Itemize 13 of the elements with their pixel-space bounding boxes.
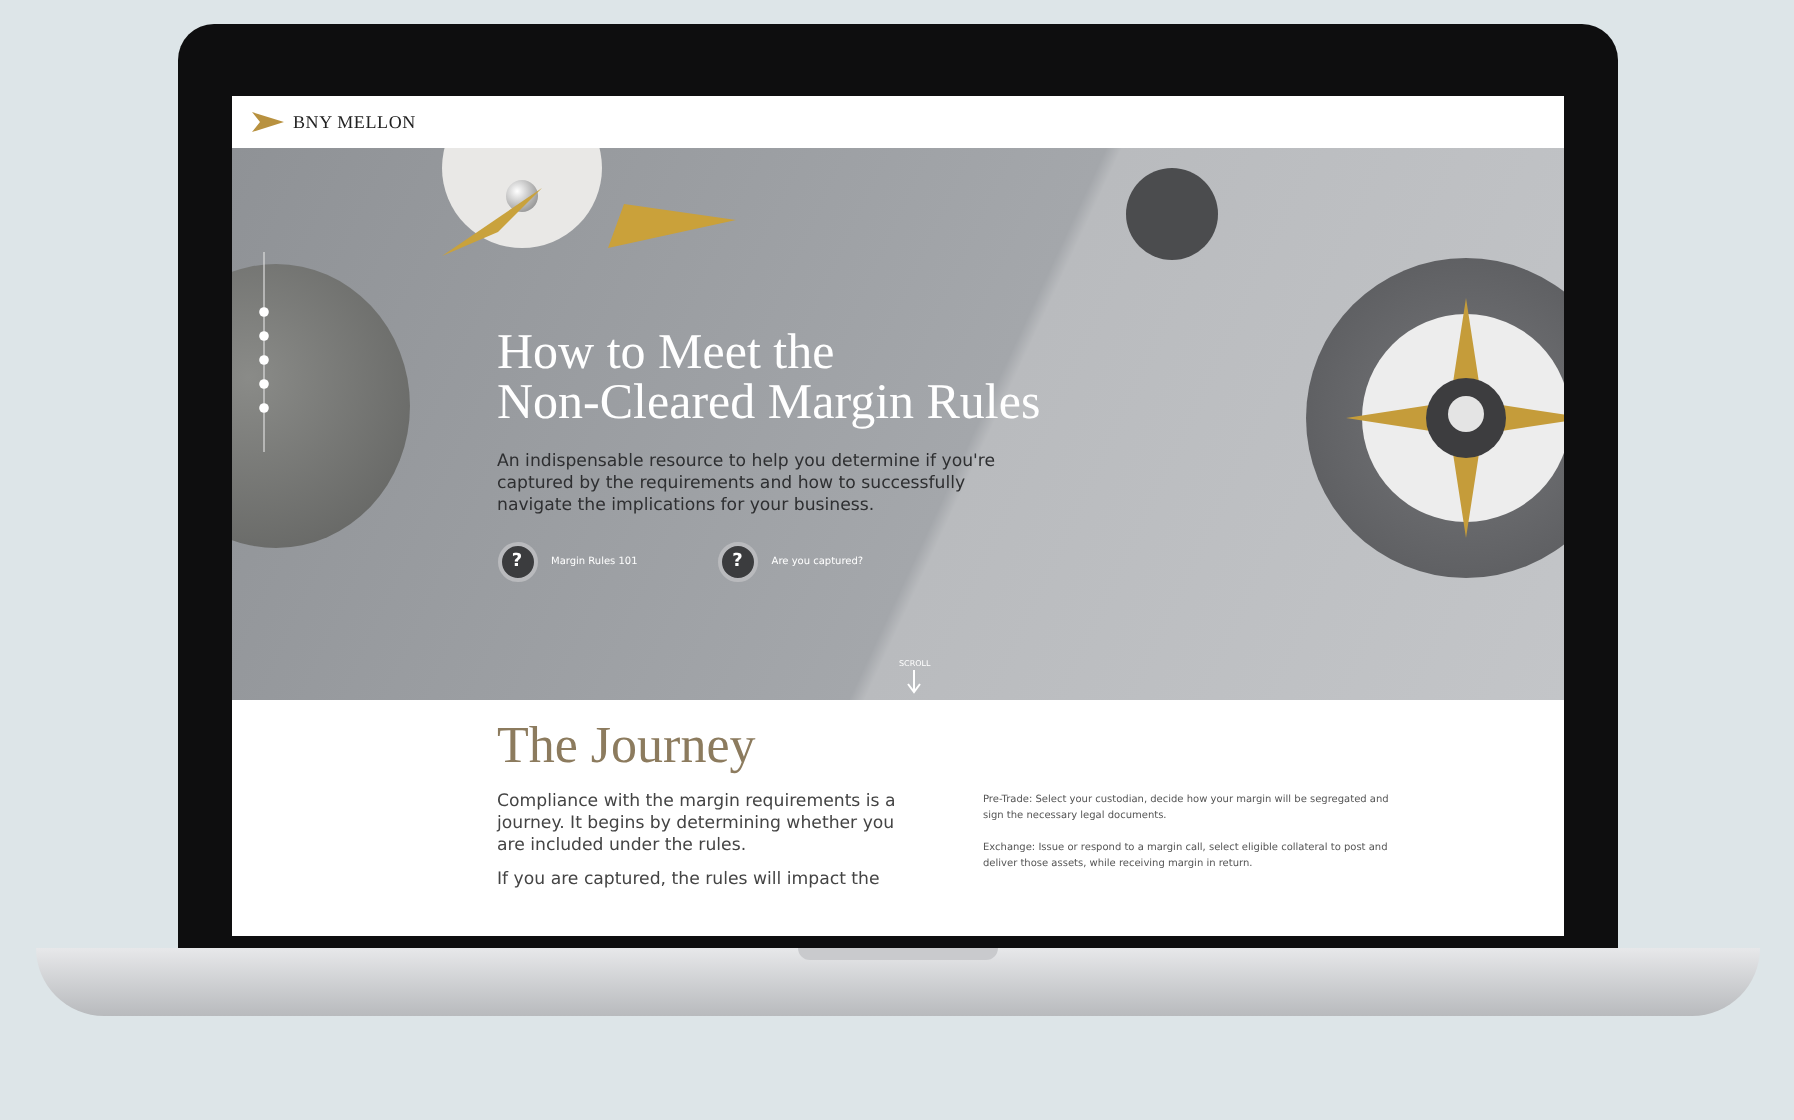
- hero-subtitle: An indispensable resource to help you determine if you're captured by the requirements and how to successfully navigate the implications for your business.: [497, 452, 998, 518]
- brass-wedge-drawing: [607, 204, 735, 248]
- brass-wedge-drawing: [441, 188, 541, 256]
- dark-disc-drawing: [1125, 168, 1217, 260]
- section-title: The Journey: [497, 716, 758, 776]
- body-paragraph: Compliance with the margin requirements is a journey. It begins by determining whether you are included under the rules.: [497, 792, 898, 858]
- down-arrow-icon: [906, 670, 923, 694]
- help-icon: ?: [717, 542, 758, 582]
- logo-link[interactable]: BNY MELLON: [293, 112, 416, 132]
- arrow-logo-icon: [251, 112, 283, 132]
- hero-title: How to Meet the Non-Cleared Margin Rules: [497, 328, 1043, 428]
- body-paragraph: If you are captured, the rules will impact the: [497, 870, 882, 892]
- help-icon: ?: [497, 542, 537, 582]
